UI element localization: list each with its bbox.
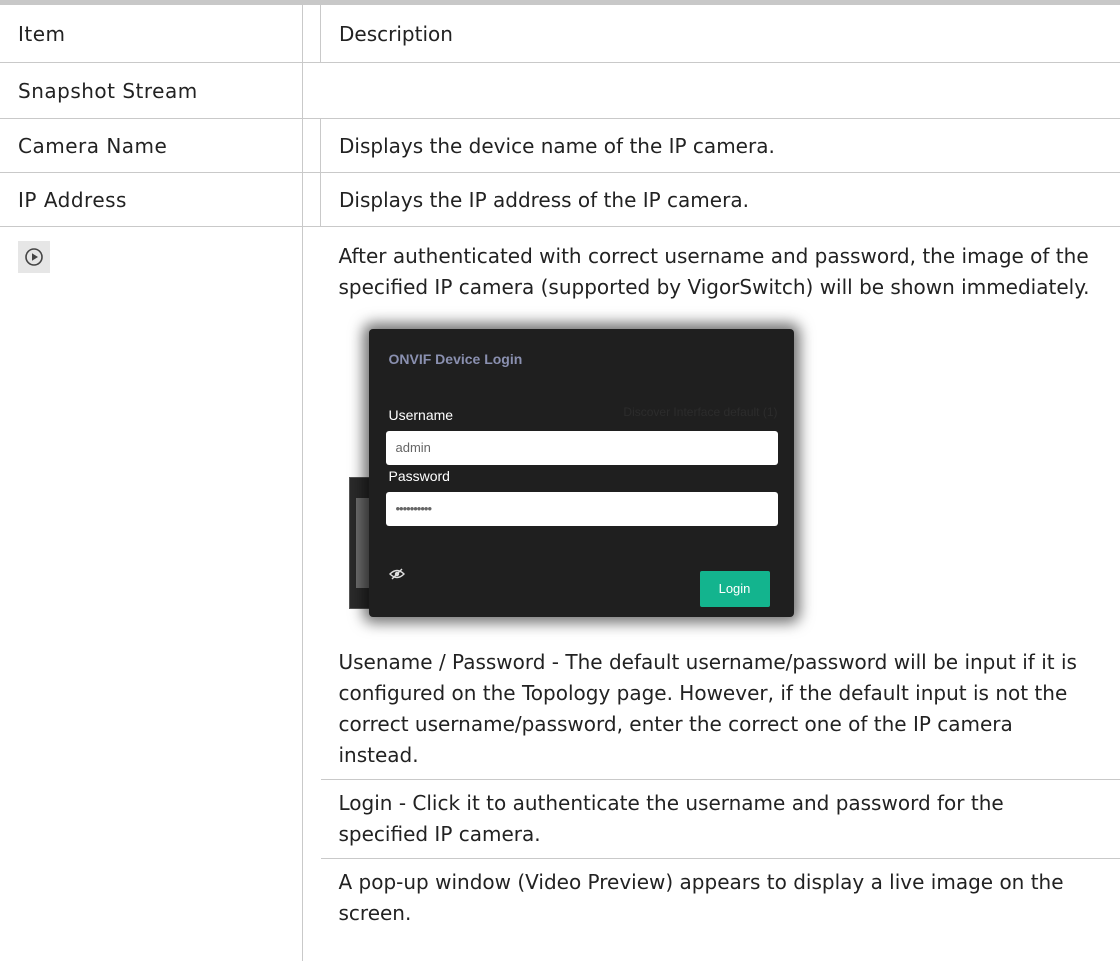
dialog-ghost-text: Discover Interface default (1) [623, 405, 778, 419]
username-password-text: Usename / Password - The default usernam… [338, 650, 1077, 767]
header-item: Item [0, 5, 321, 63]
column-divider [302, 5, 303, 961]
row-description: After authenticated with correct usernam… [320, 227, 1120, 930]
eye-slash-icon[interactable] [388, 563, 405, 586]
username-value: admin [395, 440, 431, 455]
row-description: Displays the IP address of the IP camera… [320, 172, 1120, 227]
login-button[interactable]: Login [699, 571, 770, 607]
parameter-table: Item Description Snapshot Stream Camera … [0, 5, 1120, 929]
table-header-row: Item Description [0, 5, 1120, 63]
row-description: Displays the device name of the IP camer… [320, 118, 1120, 173]
header-description: Description [320, 5, 1120, 63]
login-text: Login - Click it to authenticate the use… [338, 791, 1004, 846]
row-item: Camera Name [0, 118, 321, 173]
row-item: IP Address [0, 172, 321, 227]
play-intro-text: After authenticated with correct usernam… [338, 244, 1090, 299]
divider [320, 858, 1120, 859]
password-field[interactable]: •••••••••• [385, 492, 778, 526]
dialog-title: ONVIF Device Login [388, 351, 523, 367]
divider [320, 779, 1120, 780]
onvif-login-dialog: ONVIF Device Login Discover Interface de… [368, 329, 794, 617]
popup-text: A pop-up window (Video Preview) appears … [338, 870, 1064, 925]
login-dialog-screenshot: ONVIF Device Login Discover Interface de… [339, 317, 799, 629]
row-item [0, 227, 321, 930]
section-row: Snapshot Stream [0, 62, 1120, 119]
password-value: •••••••••• [395, 501, 433, 516]
username-field[interactable]: admin [385, 431, 778, 465]
play-circle-icon [18, 241, 50, 273]
password-label: Password [388, 468, 450, 484]
section-title: Snapshot Stream [0, 62, 1120, 119]
table-row: Camera Name Displays the device name of … [0, 118, 1120, 173]
table-row-play: After authenticated with correct usernam… [0, 227, 1120, 930]
username-label: Username [388, 407, 454, 423]
table-row: IP Address Displays the IP address of th… [0, 172, 1120, 227]
